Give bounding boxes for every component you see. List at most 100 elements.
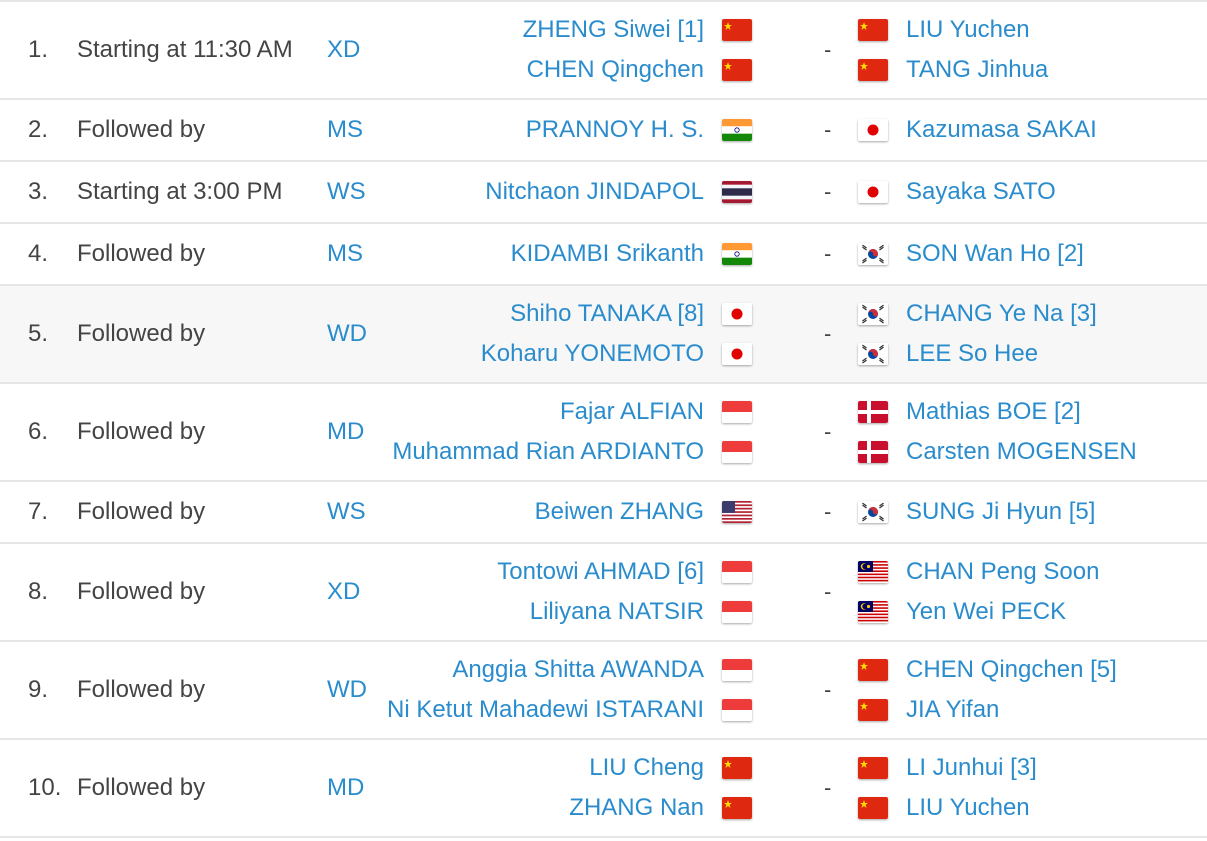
versus-separator: - <box>824 579 832 604</box>
player-link[interactable]: PRANNOY H. S. <box>526 110 752 150</box>
player-link[interactable]: Yen Wei PECK <box>858 592 1066 632</box>
team-1: Anggia Shitta AWANDA Ni Ketut Mahadewi IS… <box>387 642 752 738</box>
player-name[interactable]: PRANNOY H. S. <box>526 116 704 144</box>
player-link[interactable]: LEE So Hee <box>858 334 1038 374</box>
team-2: Mathias BOE [2] Carsten MOGENSEN <box>858 384 1137 480</box>
player-name[interactable]: Sayaka SATO <box>906 178 1056 206</box>
flag-indonesia-icon <box>722 401 752 423</box>
versus-separator: - <box>824 117 832 142</box>
team-1: Beiwen ZHANG <box>535 482 752 542</box>
player-name[interactable]: CHEN Qingchen <box>527 56 704 84</box>
player-name[interactable]: LI Junhui [3] <box>906 754 1037 782</box>
player-name[interactable]: ZHENG Siwei [1] <box>523 16 704 44</box>
player-link[interactable]: Kazumasa SAKAI <box>858 110 1097 150</box>
player-name[interactable]: CHAN Peng Soon <box>906 558 1099 586</box>
player-link[interactable]: Mathias BOE [2] <box>858 392 1081 432</box>
player-link[interactable]: Ni Ketut Mahadewi ISTARANI <box>387 690 752 730</box>
player-link[interactable]: Shiho TANAKA [8] <box>510 294 752 334</box>
flag-indonesia-icon <box>722 441 752 463</box>
event-link[interactable]: WD <box>327 642 367 738</box>
player-link[interactable]: Sayaka SATO <box>858 172 1056 212</box>
versus-separator: - <box>824 321 832 346</box>
player-name[interactable]: Muhammad Rian ARDIANTO <box>392 438 704 466</box>
player-name[interactable]: Tontowi AHMAD [6] <box>497 558 704 586</box>
match-time: Followed by <box>77 116 206 143</box>
player-name[interactable]: LIU Yuchen <box>906 16 1030 44</box>
match-schedule: 1. Starting at 11:30 AM XD ZHENG Siwei [1] C… <box>0 0 1207 838</box>
player-name[interactable]: Beiwen ZHANG <box>535 498 704 526</box>
player-link[interactable]: CHEN Qingchen <box>527 50 752 90</box>
flag-japan-icon <box>858 181 888 203</box>
player-link[interactable]: LI Junhui [3] <box>858 748 1037 788</box>
flag-malaysia-icon <box>858 601 888 623</box>
event-link[interactable]: XD <box>327 2 360 98</box>
player-name[interactable]: LEE So Hee <box>906 340 1038 368</box>
event-link[interactable]: MD <box>327 740 364 836</box>
flag-korea-icon <box>858 243 888 265</box>
team-2: Sayaka SATO <box>858 162 1056 222</box>
player-link[interactable]: LIU Yuchen <box>858 10 1030 50</box>
flag-japan-icon <box>722 303 752 325</box>
player-name[interactable]: SUNG Ji Hyun [5] <box>906 498 1095 526</box>
player-name[interactable]: Yen Wei PECK <box>906 598 1066 626</box>
player-link[interactable]: CHANG Ye Na [3] <box>858 294 1097 334</box>
versus-separator: - <box>824 677 832 702</box>
event-link[interactable]: MS <box>327 100 363 160</box>
player-name[interactable]: SON Wan Ho [2] <box>906 240 1084 268</box>
player-name[interactable]: Anggia Shitta AWANDA <box>452 656 704 684</box>
player-link[interactable]: Nitchaon JINDAPOL <box>485 172 752 212</box>
player-link[interactable]: Liliyana NATSIR <box>530 592 752 632</box>
player-name[interactable]: CHANG Ye Na [3] <box>906 300 1097 328</box>
player-link[interactable]: Tontowi AHMAD [6] <box>497 552 752 592</box>
player-name[interactable]: KIDAMBI Srikanth <box>511 240 704 268</box>
player-name[interactable]: LIU Yuchen <box>906 794 1030 822</box>
player-link[interactable]: KIDAMBI Srikanth <box>511 234 752 274</box>
player-name[interactable]: Ni Ketut Mahadewi ISTARANI <box>387 696 704 724</box>
player-link[interactable]: TANG Jinhua <box>858 50 1048 90</box>
event-link[interactable]: WS <box>327 162 366 222</box>
player-link[interactable]: Beiwen ZHANG <box>535 492 752 532</box>
player-name[interactable]: Fajar ALFIAN <box>560 398 704 426</box>
player-link[interactable]: LIU Yuchen <box>858 788 1030 828</box>
player-name[interactable]: Shiho TANAKA [8] <box>510 300 704 328</box>
player-name[interactable]: CHEN Qingchen [5] <box>906 656 1117 684</box>
match-number: 2. <box>28 116 49 143</box>
player-link[interactable]: JIA Yifan <box>858 690 999 730</box>
match-row: 5. Followed by WD Shiho TANAKA [8] Koharu YO… <box>0 286 1207 384</box>
player-name[interactable]: LIU Cheng <box>589 754 704 782</box>
player-name[interactable]: JIA Yifan <box>906 696 999 724</box>
player-link[interactable]: ZHANG Nan <box>569 788 752 828</box>
flag-korea-icon <box>858 303 888 325</box>
event-link[interactable]: MD <box>327 384 364 480</box>
player-name[interactable]: Nitchaon JINDAPOL <box>485 178 704 206</box>
event-link[interactable]: WD <box>327 286 367 382</box>
player-link[interactable]: SON Wan Ho [2] <box>858 234 1084 274</box>
flag-denmark-icon <box>858 401 888 423</box>
player-link[interactable]: SUNG Ji Hyun [5] <box>858 492 1095 532</box>
versus-separator: - <box>824 775 832 800</box>
player-link[interactable]: Carsten MOGENSEN <box>858 432 1137 472</box>
player-link[interactable]: CHEN Qingchen [5] <box>858 650 1117 690</box>
player-link[interactable]: Muhammad Rian ARDIANTO <box>392 432 752 472</box>
event-link[interactable]: WS <box>327 482 366 542</box>
flag-korea-icon <box>858 343 888 365</box>
event-link[interactable]: XD <box>327 544 360 640</box>
match-row: 7. Followed by WS Beiwen ZHANG - SUNG Ji Hyun… <box>0 482 1207 544</box>
player-link[interactable]: ZHENG Siwei [1] <box>523 10 752 50</box>
player-link[interactable]: LIU Cheng <box>589 748 752 788</box>
player-name[interactable]: Kazumasa SAKAI <box>906 116 1097 144</box>
player-name[interactable]: Koharu YONEMOTO <box>481 340 704 368</box>
event-link[interactable]: MS <box>327 224 363 284</box>
team-1: Fajar ALFIAN Muhammad Rian ARDIANTO <box>392 384 752 480</box>
player-name[interactable]: Carsten MOGENSEN <box>906 438 1137 466</box>
player-name[interactable]: TANG Jinhua <box>906 56 1048 84</box>
flag-china-icon <box>722 59 752 81</box>
player-link[interactable]: Fajar ALFIAN <box>560 392 752 432</box>
player-name[interactable]: ZHANG Nan <box>569 794 704 822</box>
flag-china-icon <box>858 659 888 681</box>
player-link[interactable]: Koharu YONEMOTO <box>481 334 752 374</box>
player-name[interactable]: Mathias BOE [2] <box>906 398 1081 426</box>
player-name[interactable]: Liliyana NATSIR <box>530 598 704 626</box>
player-link[interactable]: Anggia Shitta AWANDA <box>452 650 752 690</box>
player-link[interactable]: CHAN Peng Soon <box>858 552 1099 592</box>
